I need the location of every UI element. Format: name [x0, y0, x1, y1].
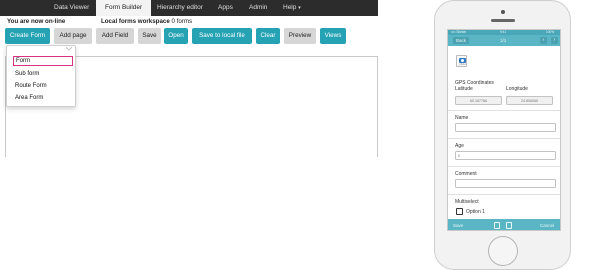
- longitude-label: Longitude: [506, 86, 528, 92]
- phone-footer-bar: Save Cancel: [448, 219, 560, 230]
- name-field[interactable]: [455, 123, 556, 132]
- document-icon[interactable]: [494, 222, 500, 229]
- divider: [448, 194, 560, 195]
- open-button[interactable]: Open: [164, 28, 188, 44]
- phone-screen: •••• Sketch 9:41 100% Back 1/1 ‹ › photo…: [447, 29, 561, 231]
- back-button[interactable]: Back: [453, 37, 470, 44]
- camera-caption: photo: [459, 64, 466, 66]
- camera-icon[interactable]: photo: [456, 55, 467, 67]
- workspace-status: Local forms workspace 0 forms: [101, 18, 192, 25]
- divider: [448, 138, 560, 139]
- tab-form-builder[interactable]: Form Builder: [96, 0, 152, 16]
- dropdown-item-sub-form[interactable]: Sub form: [13, 69, 73, 79]
- tab-help-label: Help: [283, 4, 297, 11]
- age-field[interactable]: 0: [455, 151, 556, 160]
- dropdown-item-form[interactable]: Form: [13, 56, 73, 66]
- save-to-local-file-button[interactable]: Save to local file: [192, 28, 252, 44]
- tab-help[interactable]: Help ▾: [283, 0, 301, 16]
- divider: [448, 166, 560, 167]
- phone-save-button[interactable]: Save: [453, 219, 463, 230]
- tab-data-viewer[interactable]: Data Viewer: [54, 0, 89, 16]
- dropdown-item-route-form[interactable]: Route Form: [13, 81, 73, 91]
- online-status: You are now on-line: [7, 18, 66, 25]
- top-nav-bar: Data Viewer Form Builder Hierarchy edito…: [0, 0, 378, 16]
- prev-page-icon[interactable]: ‹: [540, 37, 547, 44]
- comment-label: Comment: [455, 171, 477, 177]
- latitude-label: Latitude: [455, 86, 473, 92]
- age-label: Age: [455, 143, 464, 149]
- add-page-button[interactable]: Add page: [54, 28, 92, 44]
- create-form-button[interactable]: Create Form: [5, 28, 50, 44]
- views-button[interactable]: Views: [320, 28, 346, 44]
- next-page-icon[interactable]: ›: [551, 37, 558, 44]
- name-label: Name: [455, 115, 469, 121]
- chevron-down-icon: ▾: [298, 5, 301, 11]
- clear-button[interactable]: Clear: [256, 28, 280, 44]
- edit-icon[interactable]: [506, 222, 512, 229]
- tab-admin[interactable]: Admin: [249, 0, 267, 16]
- longitude-field[interactable]: 24.806065: [506, 96, 553, 105]
- workspace-count: 0 forms: [171, 18, 193, 25]
- close-dropdown-icon[interactable]: [66, 47, 72, 51]
- phone-cancel-button[interactable]: Cancel: [540, 219, 554, 230]
- front-camera-icon: [501, 10, 505, 14]
- multiselect-label: Multiselect: [455, 199, 479, 205]
- save-button[interactable]: Save: [138, 28, 161, 44]
- latitude-field[interactable]: 60.167786: [455, 96, 502, 105]
- page-indicator: 1/1: [500, 38, 507, 43]
- option-1-label: Option 1: [466, 209, 485, 215]
- dropdown-item-area-form[interactable]: Area Form: [13, 93, 73, 103]
- comment-field[interactable]: [455, 179, 556, 188]
- preview-button[interactable]: Preview: [284, 28, 316, 44]
- divider: [448, 110, 560, 111]
- create-form-dropdown: Form Sub form Route Form Area Form: [6, 45, 76, 107]
- workspace-label: Local forms workspace: [101, 18, 170, 25]
- home-button: [488, 236, 518, 266]
- phone-nav-bar: Back 1/1 ‹ ›: [448, 35, 560, 46]
- tab-hierarchy-editor[interactable]: Hierarchy editor: [157, 0, 203, 16]
- option-1-checkbox[interactable]: [456, 208, 463, 215]
- add-field-button[interactable]: Add Field: [96, 28, 134, 44]
- speaker-grille: [491, 19, 515, 22]
- tab-apps[interactable]: Apps: [218, 0, 233, 16]
